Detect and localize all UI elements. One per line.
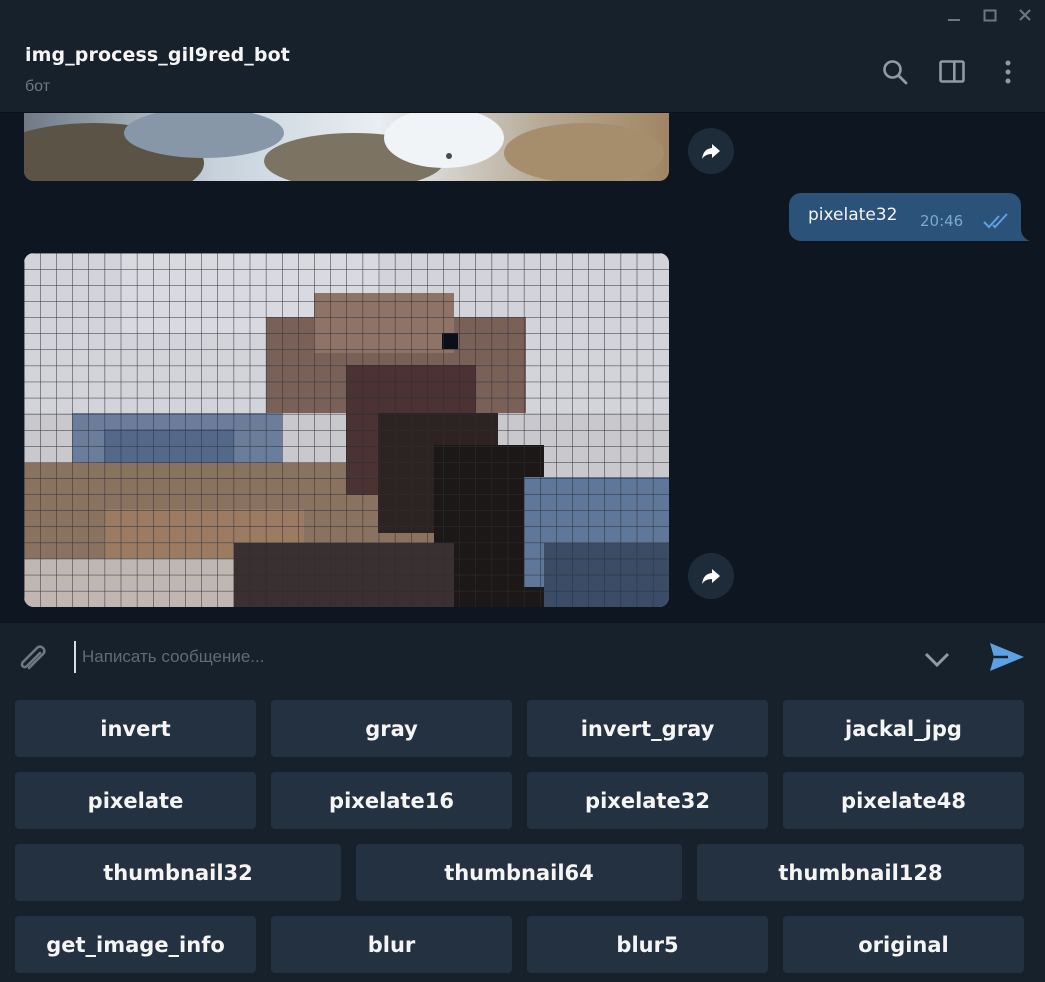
bot-keyboard: invert gray invert_gray jackal_jpg pixel…	[0, 690, 1045, 982]
keyboard-button-blur5[interactable]: blur5	[527, 916, 768, 973]
share-arrow-icon[interactable]	[688, 128, 734, 174]
chat-status: бот	[25, 78, 51, 95]
keyboard-button-pixelate32[interactable]: pixelate32	[527, 772, 768, 829]
message-input[interactable]	[74, 641, 902, 673]
keyboard-button-blur[interactable]: blur	[271, 916, 512, 973]
keyboard-button-pixelate48[interactable]: pixelate48	[783, 772, 1024, 829]
close-icon[interactable]	[1011, 4, 1039, 28]
search-icon[interactable]	[877, 54, 913, 90]
chevron-down-icon[interactable]	[918, 641, 956, 677]
keyboard-button-invert[interactable]: invert	[15, 700, 256, 757]
keyboard-button-invert-gray[interactable]: invert_gray	[527, 700, 768, 757]
message-time: 20:46	[920, 212, 964, 230]
share-arrow-icon[interactable]	[688, 553, 734, 599]
paperclip-icon[interactable]	[14, 639, 52, 677]
photo	[24, 113, 669, 181]
keyboard-button-original[interactable]: original	[783, 916, 1024, 973]
sidebar-toggle-icon[interactable]	[934, 54, 970, 90]
image-message[interactable]	[24, 113, 669, 181]
bubble-tail	[1014, 229, 1030, 241]
send-icon[interactable]	[984, 637, 1028, 677]
keyboard-button-pixelate16[interactable]: pixelate16	[271, 772, 512, 829]
image-message[interactable]	[24, 253, 669, 607]
telegram-window: img_process_gil9red_bot бот pixelate32 2…	[0, 0, 1045, 982]
double-check-icon	[983, 213, 1008, 229]
keyboard-button-pixelate[interactable]: pixelate	[15, 772, 256, 829]
keyboard-button-thumbnail64[interactable]: thumbnail64	[356, 844, 682, 901]
outgoing-message[interactable]: pixelate32 20:46	[789, 193, 1021, 241]
keyboard-button-thumbnail128[interactable]: thumbnail128	[697, 844, 1024, 901]
pixelated-photo	[24, 253, 669, 607]
chat-header: img_process_gil9red_bot бот	[0, 32, 1045, 113]
more-vertical-icon[interactable]	[990, 54, 1026, 90]
minimize-icon[interactable]	[940, 4, 968, 28]
message-text: pixelate32	[808, 205, 898, 225]
window-titlebar	[0, 0, 1045, 32]
keyboard-button-jackal-jpg[interactable]: jackal_jpg	[783, 700, 1024, 757]
message-composer	[0, 622, 1045, 691]
keyboard-button-gray[interactable]: gray	[271, 700, 512, 757]
keyboard-button-thumbnail32[interactable]: thumbnail32	[15, 844, 341, 901]
keyboard-button-get-image-info[interactable]: get_image_info	[15, 916, 256, 973]
message-list[interactable]: pixelate32 20:46	[0, 113, 1045, 622]
maximize-icon[interactable]	[976, 4, 1004, 28]
chat-title[interactable]: img_process_gil9red_bot	[25, 44, 290, 66]
